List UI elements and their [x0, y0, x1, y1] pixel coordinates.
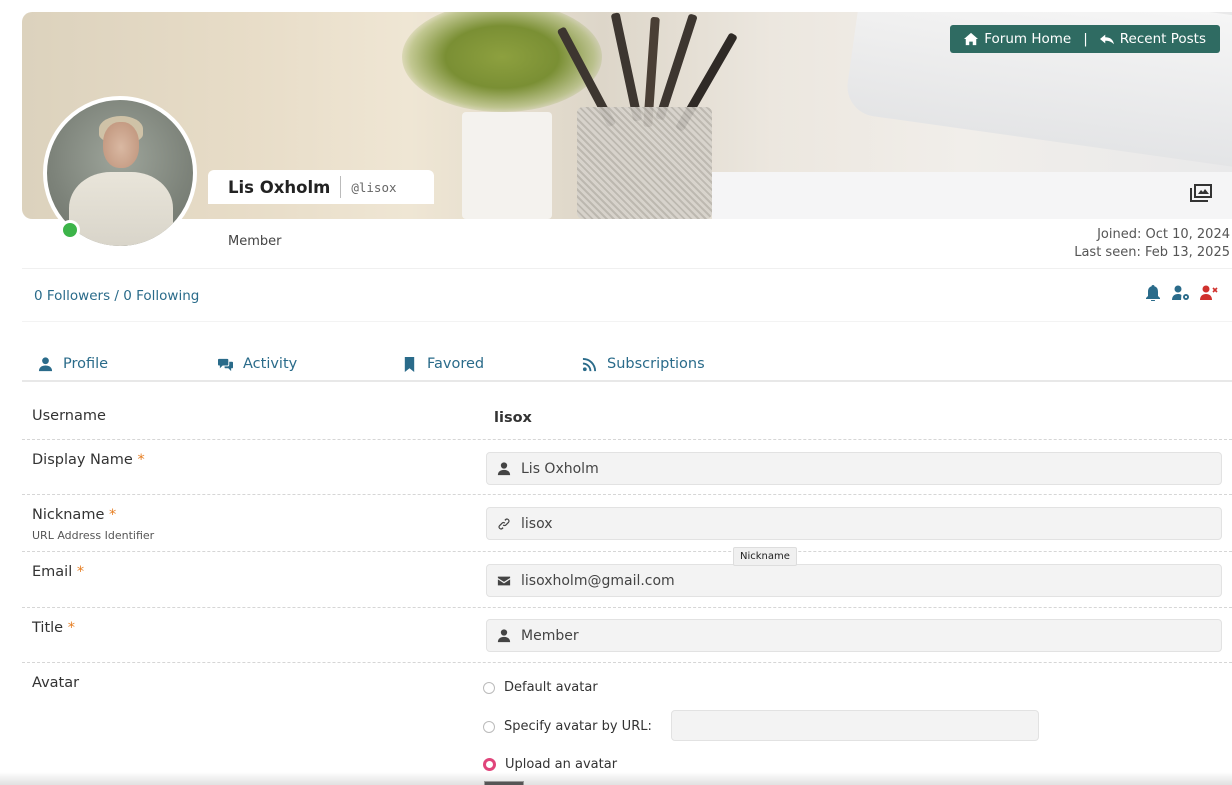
- title-value: Member: [521, 627, 579, 644]
- email-label: Email *: [32, 564, 84, 580]
- tab-subscriptions-label: Subscriptions: [607, 356, 705, 372]
- cover-plant: [402, 12, 602, 112]
- radio-button[interactable]: [483, 720, 495, 733]
- tab-profile[interactable]: Profile: [38, 348, 108, 380]
- nickname-tooltip: Nickname: [733, 547, 797, 566]
- avatar-option-default[interactable]: Default avatar: [483, 680, 598, 695]
- envelope-icon: [497, 576, 511, 585]
- joined-date: Joined: Oct 10, 2024: [1097, 227, 1230, 242]
- user-gear-icon[interactable]: [1172, 285, 1190, 301]
- comments-icon: [218, 358, 233, 371]
- username-row: Username: [22, 384, 1232, 440]
- avatar-head: [103, 122, 139, 168]
- avatar-option-label: Specify avatar by URL:: [504, 719, 652, 734]
- tab-favored-label: Favored: [427, 356, 485, 372]
- avatar-body: [69, 172, 173, 246]
- profile-name-badge: Lis Oxholm @lisox: [208, 170, 434, 204]
- followers-link[interactable]: 0 Followers / 0 Following: [34, 288, 199, 304]
- recent-posts-label: Recent Posts: [1119, 31, 1206, 47]
- name-divider: [340, 176, 342, 198]
- username-label: Username: [32, 408, 106, 424]
- cover-pot: [462, 112, 552, 219]
- choose-file-button[interactable]: [484, 781, 524, 785]
- title-label-text: Title: [32, 620, 64, 636]
- profile-cover: Forum Home | Recent Posts: [22, 12, 1232, 219]
- cover-desk: [712, 172, 1232, 219]
- nav-separator: |: [1083, 31, 1088, 47]
- radio-button[interactable]: [483, 681, 495, 694]
- avatar-option-label: Upload an avatar: [505, 757, 618, 772]
- required-mark: *: [137, 452, 145, 468]
- display-name-value: Lis Oxholm: [521, 460, 599, 477]
- last-seen-date: Last seen: Feb 13, 2025: [1074, 245, 1230, 260]
- profile-role: Member: [228, 234, 282, 249]
- avatar-option-label: Default avatar: [504, 680, 598, 695]
- cover-pencil: [610, 12, 643, 122]
- nickname-sublabel: URL Address Identifier: [32, 529, 155, 542]
- title-label: Title *: [32, 620, 75, 636]
- radio-button-selected[interactable]: [483, 758, 496, 771]
- recent-posts-link[interactable]: Recent Posts: [1099, 31, 1206, 47]
- nickname-field[interactable]: lisox: [486, 507, 1222, 540]
- bottom-shadow: [0, 772, 1232, 785]
- email-label-text: Email: [32, 564, 73, 580]
- forum-home-label: Forum Home: [984, 31, 1072, 47]
- required-mark: *: [108, 507, 117, 523]
- rss-icon: [582, 357, 597, 371]
- user-icon: [38, 356, 53, 371]
- top-navigation: Forum Home | Recent Posts: [950, 25, 1220, 53]
- bell-icon[interactable]: [1144, 285, 1162, 301]
- title-field[interactable]: Member: [486, 619, 1222, 652]
- display-name-label-text: Display Name: [32, 452, 133, 468]
- user-block-icon[interactable]: [1200, 285, 1218, 301]
- profile-display-name: Lis Oxholm: [228, 177, 331, 197]
- display-name-field[interactable]: Lis Oxholm: [486, 452, 1222, 485]
- link-icon: [498, 517, 510, 530]
- change-cover-icon[interactable]: [1190, 184, 1212, 202]
- forum-home-link[interactable]: Forum Home: [964, 31, 1071, 47]
- avatar-url-input[interactable]: [671, 710, 1039, 741]
- avatar-option-upload[interactable]: Upload an avatar: [483, 757, 617, 772]
- cover-pencil-cup: [577, 107, 712, 219]
- profile-tabs: Profile Activity Favored Subscriptions: [22, 348, 1232, 382]
- tab-favored[interactable]: Favored: [402, 348, 484, 380]
- reply-icon: [1099, 34, 1114, 45]
- email-field[interactable]: lisoxholm@gmail.com: [486, 564, 1222, 597]
- required-mark: *: [67, 620, 75, 636]
- display-name-label: Display Name *: [32, 452, 145, 468]
- avatar-label: Avatar: [32, 675, 80, 691]
- tab-subscriptions[interactable]: Subscriptions: [582, 348, 705, 380]
- nickname-label: Nickname *: [32, 507, 116, 523]
- bookmark-icon: [404, 356, 415, 372]
- profile-handle: @lisox: [351, 179, 397, 195]
- required-mark: *: [76, 564, 85, 580]
- user-icon: [497, 628, 511, 642]
- tab-profile-label: Profile: [63, 356, 109, 372]
- tab-activity-label: Activity: [243, 356, 298, 372]
- profile-dates: Joined: Oct 10, 2024 Last seen: Feb 13, …: [1074, 226, 1230, 262]
- avatar-option-url[interactable]: Specify avatar by URL:: [483, 719, 652, 734]
- nickname-label-text: Nickname: [32, 507, 105, 523]
- username-value: lisox: [494, 410, 532, 426]
- home-icon: [964, 32, 979, 46]
- tab-activity[interactable]: Activity: [218, 348, 297, 380]
- email-value: lisoxholm@gmail.com: [521, 572, 675, 589]
- user-icon: [497, 461, 511, 475]
- nickname-value: lisox: [521, 515, 553, 532]
- divider: [22, 268, 1232, 269]
- profile-actions: [1144, 285, 1218, 301]
- online-status-dot: [60, 220, 80, 240]
- divider: [22, 321, 1232, 322]
